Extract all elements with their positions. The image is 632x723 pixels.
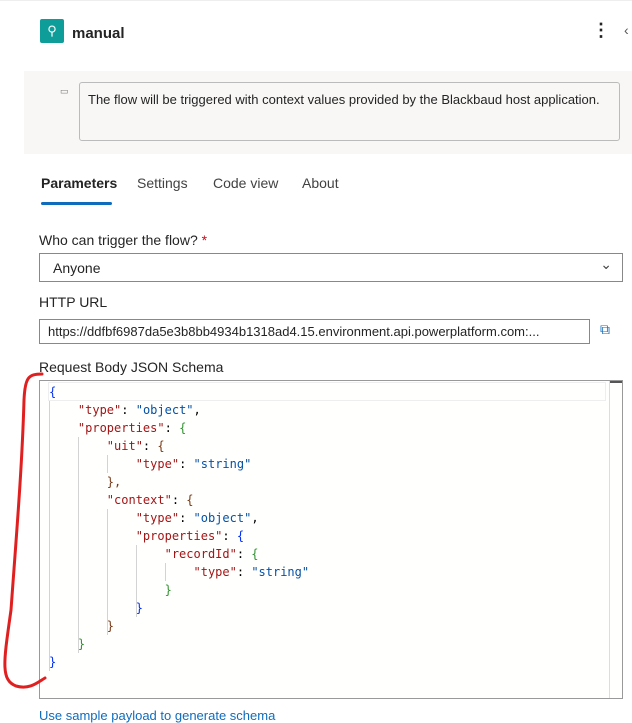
tab-code-view[interactable]: Code view — [213, 175, 278, 191]
code-line: } — [49, 617, 309, 635]
code-token: "properties" — [77, 421, 165, 435]
code-token: : — [179, 457, 194, 471]
code-line: "type": "object", — [49, 401, 309, 419]
code-token: "type" — [135, 511, 180, 525]
json-schema-editor[interactable]: { "type": "object", "properties": { "uit… — [39, 380, 623, 699]
code-line: "context": { — [49, 491, 309, 509]
code-line: "uit": { — [49, 437, 309, 455]
http-url-field[interactable]: https://ddfbf6987da5e3b8bb4934b1318ad4.1… — [39, 319, 590, 344]
code-token: : — [171, 493, 187, 507]
code-token: "uit" — [106, 439, 143, 453]
chevron-down-icon: ⌄ — [600, 256, 612, 272]
code-token: "string" — [193, 457, 252, 471]
code-line: { — [49, 383, 309, 401]
tab-settings[interactable]: Settings — [137, 175, 188, 191]
select-value: Anyone — [53, 260, 101, 276]
code-line: "type": "string" — [49, 563, 310, 581]
code-token: "type" — [193, 565, 237, 579]
code-line: } — [49, 635, 309, 653]
code-token: : — [236, 565, 252, 579]
who-can-trigger-select[interactable]: Anyone ⌄ — [39, 253, 623, 282]
code-token: } — [106, 619, 115, 633]
code-token: , — [193, 403, 201, 417]
trigger-icon: ⚲ — [40, 19, 64, 43]
code-line: "type": "string" — [49, 455, 309, 473]
tab-about[interactable]: About — [302, 175, 339, 191]
copy-icon[interactable]: ⧉ — [600, 321, 610, 338]
schema-code: { "type": "object", "properties": { "uit… — [49, 383, 309, 671]
code-token: { — [236, 529, 245, 543]
code-token: }, — [106, 475, 122, 489]
code-line: }, — [49, 473, 309, 491]
code-line: } — [49, 653, 309, 671]
tab-parameters[interactable]: Parameters — [41, 175, 117, 191]
sample-payload-link[interactable]: Use sample payload to generate schema — [39, 708, 275, 723]
code-line: "recordId": { — [49, 545, 309, 563]
code-token: "string" — [251, 565, 310, 579]
code-token: { — [186, 493, 194, 507]
code-token: "context" — [106, 493, 172, 507]
code-token: : — [179, 511, 194, 525]
url-label: HTTP URL — [39, 294, 108, 310]
code-token: : — [222, 529, 237, 543]
code-token: { — [251, 547, 259, 561]
code-token: : — [121, 403, 136, 417]
code-line: "properties": { — [49, 527, 309, 545]
note-icon: ▭ — [60, 86, 69, 96]
chevron-left-icon[interactable]: ‹ — [624, 22, 629, 38]
code-token: , — [251, 511, 259, 525]
code-token: } — [135, 601, 143, 615]
code-token: "type" — [77, 403, 122, 417]
code-token: : — [164, 421, 180, 435]
editor-scrollbar[interactable] — [609, 381, 622, 698]
code-token: "type" — [135, 457, 180, 471]
code-token: { — [157, 439, 165, 453]
code-token: "properties" — [135, 529, 223, 543]
code-token: : — [236, 547, 252, 561]
code-line: } — [49, 599, 309, 617]
code-token: } — [164, 583, 172, 597]
description-input[interactable]: The flow will be triggered with context … — [79, 82, 620, 141]
code-line: "type": "object", — [49, 509, 309, 527]
code-token: "object" — [193, 511, 252, 525]
top-divider — [0, 0, 632, 1]
scrollbar-thumb[interactable] — [610, 381, 622, 383]
code-line: "properties": { — [49, 419, 309, 437]
code-token: { — [179, 421, 187, 435]
code-line: } — [49, 581, 309, 599]
code-token: "object" — [135, 403, 194, 417]
active-tab-indicator — [41, 202, 112, 205]
red-annotation-bracket — [3, 372, 47, 689]
card-title: manual — [72, 25, 125, 42]
code-token: : — [142, 439, 158, 453]
more-vertical-icon[interactable]: ⋮ — [592, 20, 610, 40]
code-token: "recordId" — [164, 547, 237, 561]
who-label: Who can trigger the flow? * — [39, 232, 208, 248]
